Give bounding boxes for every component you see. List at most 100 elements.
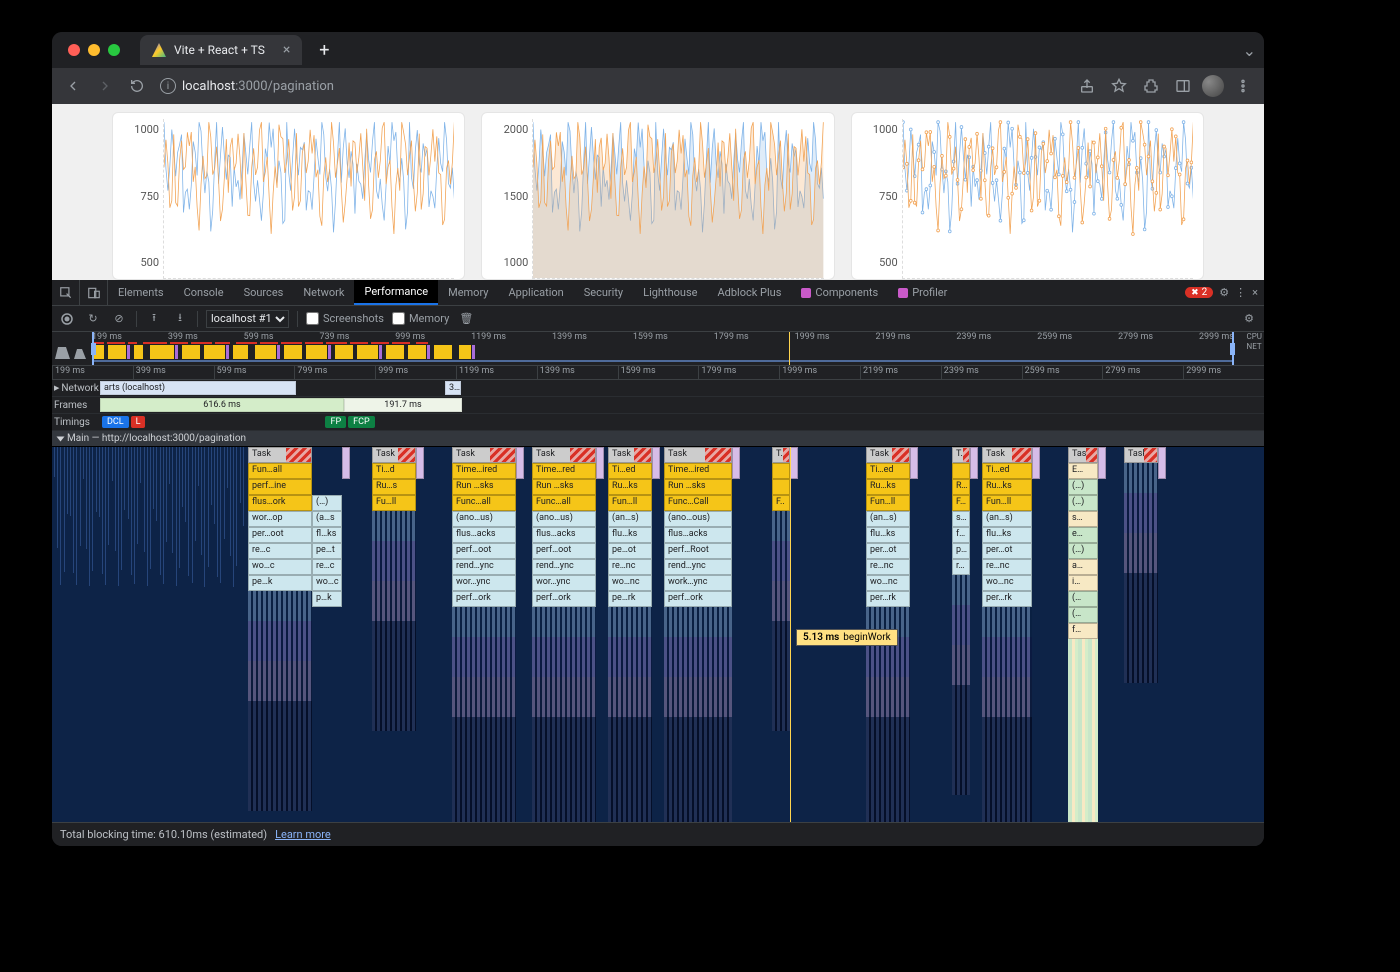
flame-entry[interactable]: Ru…s (372, 479, 416, 495)
flame-entry[interactable]: Task (452, 447, 516, 463)
devtools-tab-application[interactable]: Application (498, 280, 573, 305)
flame-entry[interactable]: (an…s) (866, 511, 910, 527)
capture-settings-button[interactable]: ⚙ (1240, 310, 1258, 328)
flame-entry[interactable]: Fun…ll (982, 495, 1032, 511)
flame-entry[interactable]: flus…acks (452, 527, 516, 543)
flame-entry[interactable]: Ru…ks (982, 479, 1032, 495)
flame-entry[interactable]: Task (1068, 447, 1098, 463)
flame-entry[interactable]: Task (982, 447, 1032, 463)
flame-entry[interactable]: (… (1068, 591, 1098, 607)
flame-entry[interactable]: per…ot (982, 543, 1032, 559)
timings-track[interactable]: Timings DCL L FP FCP (52, 414, 1264, 431)
flame-entry[interactable]: E… (1068, 463, 1098, 479)
flame-entry[interactable]: (a…s (312, 511, 342, 527)
flame-entry[interactable]: r… (952, 559, 970, 575)
close-window-button[interactable] (68, 44, 80, 56)
flame-entry[interactable]: re…nc (866, 559, 910, 575)
flame-entry[interactable]: wo…nc (866, 575, 910, 591)
devtools-tab-components[interactable]: Components (791, 280, 888, 305)
timing-marker-load[interactable]: L (131, 416, 146, 428)
flame-entry[interactable]: perf…oot (532, 543, 596, 559)
flame-chart[interactable]: TaskFun…allperf…ineflus…orkwor…opper…oot… (52, 447, 1264, 822)
network-request-bar[interactable]: arts (localhost) (100, 381, 296, 395)
flame-entry[interactable]: re…c (312, 559, 342, 575)
flame-entry[interactable]: fl…ks (312, 527, 342, 543)
flame-entry[interactable]: wor…ync (452, 575, 516, 591)
devtools-settings-icon[interactable]: ⚙ (1219, 286, 1229, 299)
flame-entry[interactable]: re…nc (608, 559, 652, 575)
flame-entry[interactable]: Run …sks (664, 479, 732, 495)
flame-entry[interactable]: flu…ks (608, 527, 652, 543)
flame-entry[interactable]: Task (248, 447, 312, 463)
chart1-plot[interactable] (163, 119, 454, 279)
chart2-plot[interactable] (532, 119, 823, 279)
flame-entry[interactable]: Ti…d (372, 463, 416, 479)
overview-selection-window[interactable] (92, 332, 1234, 365)
flame-entry[interactable]: Time…ired (664, 463, 732, 479)
profile-avatar[interactable] (1202, 75, 1224, 97)
network-request-bar[interactable]: 3… (445, 381, 461, 395)
flame-entry[interactable]: (…) (1068, 495, 1098, 511)
flame-entry[interactable]: Run …sks (532, 479, 596, 495)
detail-ruler[interactable]: 199 ms399 ms599 ms799 ms999 ms1199 ms139… (52, 366, 1264, 380)
devtools-tab-memory[interactable]: Memory (438, 280, 498, 305)
flame-entry[interactable]: f… (952, 527, 970, 543)
flame-entry[interactable]: Task (608, 447, 652, 463)
maximize-window-button[interactable] (108, 44, 120, 56)
flame-entry[interactable]: Ru…ks (608, 479, 652, 495)
extensions-button[interactable] (1138, 73, 1164, 99)
tab-overflow-button[interactable]: ⌄ (1243, 41, 1256, 60)
side-panel-button[interactable] (1170, 73, 1196, 99)
flame-entry[interactable]: Time…red (532, 463, 596, 479)
flame-entry[interactable]: Time…ired (452, 463, 516, 479)
flame-entry[interactable] (772, 463, 790, 479)
new-tab-button[interactable]: + (312, 40, 336, 61)
flame-entry[interactable]: per…rk (866, 591, 910, 607)
flame-entry[interactable]: Func…all (452, 495, 516, 511)
browser-menu-button[interactable] (1230, 73, 1256, 99)
flame-entry[interactable]: rend…ync (664, 559, 732, 575)
flame-entry[interactable]: per…oot (248, 527, 312, 543)
flame-entry[interactable]: (ano…us) (532, 511, 596, 527)
flame-entry[interactable]: T… (772, 447, 790, 463)
flame-entry[interactable]: (ano…ous) (664, 511, 732, 527)
garbage-collect-button[interactable]: 🗑 (457, 310, 475, 328)
flame-entry[interactable]: Task (372, 447, 416, 463)
flame-entry[interactable] (952, 463, 970, 479)
device-toolbar-button[interactable] (80, 280, 108, 305)
devtools-tab-profiler[interactable]: Profiler (888, 280, 957, 305)
flame-entry[interactable]: (an…s) (608, 511, 652, 527)
learn-more-link[interactable]: Learn more (275, 828, 331, 841)
address-bar[interactable]: i localhost:3000/pagination (160, 78, 334, 94)
flame-entry[interactable]: Ru…ks (866, 479, 910, 495)
flame-entry[interactable]: e… (1068, 527, 1098, 543)
back-button[interactable] (60, 73, 86, 99)
flame-entry[interactable]: perf…ork (664, 591, 732, 607)
flame-entry[interactable]: per…ot (866, 543, 910, 559)
frame-bar[interactable]: 191.7 ms (344, 398, 462, 412)
flame-entry[interactable]: perf…Root (664, 543, 732, 559)
flame-entry[interactable]: flu…ks (866, 527, 910, 543)
devtools-tab-adblock-plus[interactable]: Adblock Plus (707, 280, 791, 305)
timing-marker-fp[interactable]: FP (325, 416, 346, 428)
flame-entry[interactable]: perf…ork (452, 591, 516, 607)
flame-entry[interactable]: s… (1068, 511, 1098, 527)
frames-track[interactable]: Frames 616.6 ms 191.7 ms (52, 397, 1264, 414)
devtools-tab-lighthouse[interactable]: Lighthouse (633, 280, 707, 305)
flame-entry[interactable]: F… (952, 495, 970, 511)
share-button[interactable] (1074, 73, 1100, 99)
flame-entry[interactable]: s… (952, 511, 970, 527)
flame-entry[interactable]: Ti…ed (866, 463, 910, 479)
devtools-tab-elements[interactable]: Elements (108, 280, 174, 305)
devtools-tab-console[interactable]: Console (174, 280, 234, 305)
flame-entry[interactable]: re…nc (982, 559, 1032, 575)
flame-entry[interactable]: Func…Call (664, 495, 732, 511)
record-button[interactable] (58, 310, 76, 328)
flame-entry[interactable]: T… (952, 447, 970, 463)
flame-entry[interactable]: wor…ync (532, 575, 596, 591)
bookmark-button[interactable] (1106, 73, 1132, 99)
timing-marker-dcl[interactable]: DCL (102, 416, 129, 428)
flame-entry[interactable]: Run …sks (452, 479, 516, 495)
flame-entry[interactable]: (…) (312, 495, 342, 511)
error-count-badge[interactable]: 2 (1185, 287, 1213, 298)
